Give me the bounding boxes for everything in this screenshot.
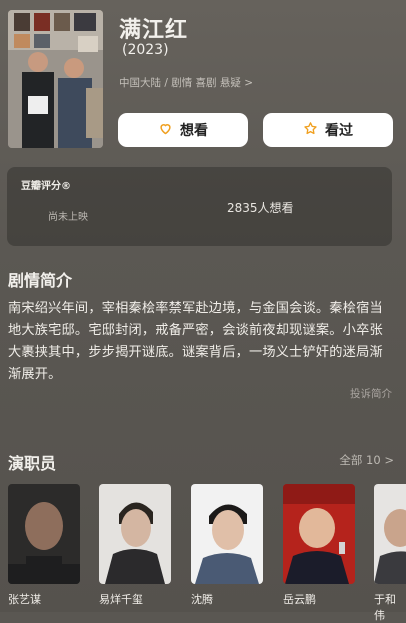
movie-year: (2023) (122, 42, 169, 58)
cast-photo-yu-hewei[interactable] (374, 484, 406, 584)
douban-rating-title: 豆瓣评分® (21, 181, 71, 192)
cast-name[interactable]: 于和伟 (374, 591, 406, 623)
movie-meta-link[interactable]: 中国大陆 / 剧情 喜剧 悬疑 > (119, 75, 253, 90)
report-synopsis-link[interactable]: 投诉简介 (350, 386, 392, 401)
cast-photo-shen-teng[interactable] (191, 484, 263, 584)
movie-title: 满江红 (119, 18, 189, 43)
watched-label: 看过 (325, 123, 353, 139)
cast-name[interactable]: 张艺谋 (8, 591, 41, 607)
cast-name[interactable]: 易烊千玺 (99, 591, 143, 607)
cast-heading: 演职员 (8, 454, 57, 473)
want-to-watch-label: 想看 (180, 123, 208, 139)
cast-photo-yi-yangqianxi[interactable] (99, 484, 171, 584)
cast-name[interactable]: 岳云鹏 (283, 591, 316, 607)
synopsis-text: 南宋绍兴年间，宰相秦桧率禁军赴边境，与金国会谈。秦桧宿当地大族宅邸。宅邸封闭，戒… (8, 301, 383, 382)
want-count: 2835人想看 (227, 201, 294, 215)
cast-name[interactable]: 沈腾 (191, 591, 213, 607)
movie-poster[interactable] (8, 10, 103, 148)
synopsis-heading: 剧情简介 (8, 271, 73, 290)
rating-status: 尚未上映 (48, 212, 88, 223)
watched-button[interactable]: 看过 (263, 113, 393, 147)
heart-outline-icon (158, 121, 173, 140)
rating-card[interactable]: 豆瓣评分® 尚未上映 2835人想看 (7, 167, 392, 246)
cast-all-link[interactable]: 全部 10 > (339, 452, 394, 468)
cast-photo-zhang-yimou[interactable] (8, 484, 80, 584)
want-to-watch-button[interactable]: 想看 (118, 113, 248, 147)
cast-photo-yue-yunpeng[interactable] (283, 484, 355, 584)
star-outline-icon (303, 121, 318, 140)
